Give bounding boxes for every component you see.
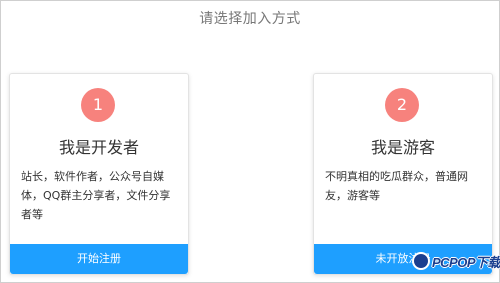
step-badge-2: 2 bbox=[385, 88, 419, 122]
developer-card-description: 站长，软件作者，公众号自媒体，QQ群主分享者，文件分享者等 bbox=[21, 170, 171, 221]
visitor-card: 2 我是游客 不明真相的吃瓜群众，普通网友，游客等 未开放注册 bbox=[313, 73, 493, 275]
watermark-logo: PCPOP下载 bbox=[412, 250, 500, 272]
pcpop-logo-icon bbox=[412, 252, 430, 270]
visitor-card-title: 我是游客 bbox=[370, 138, 435, 157]
watermark-text: PCPOP下载 bbox=[432, 254, 500, 270]
developer-card: 1 我是开发者 站长，软件作者，公众号自媒体，QQ群主分享者，文件分享者等 开始… bbox=[9, 73, 189, 275]
visitor-card-description: 不明真相的吃瓜群众，普通网友，游客等 bbox=[325, 170, 468, 202]
step-badge-1: 1 bbox=[81, 88, 115, 122]
developer-card-title: 我是开发者 bbox=[58, 138, 139, 157]
page-title: 请选择加入方式 bbox=[199, 11, 301, 27]
start-register-button[interactable]: 开始注册 bbox=[10, 244, 188, 274]
